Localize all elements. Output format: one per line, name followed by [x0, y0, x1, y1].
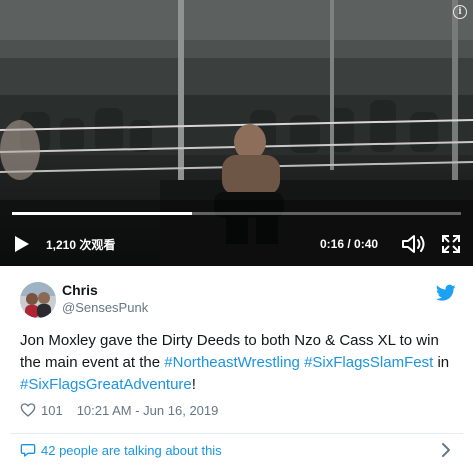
time-display: 0:16 / 0:40	[320, 237, 379, 251]
tweet-timestamp[interactable]: 10:21 AM - Jun 16, 2019	[77, 403, 219, 418]
author-name[interactable]: Chris	[62, 282, 98, 298]
tweet-card: Chris @SensesPunk Jon Moxley gave the Di…	[0, 266, 473, 467]
chevron-right-icon[interactable]	[441, 442, 451, 458]
tweet-text: Jon Moxley gave the Dirty Deeds to both …	[20, 330, 456, 396]
fullscreen-icon[interactable]	[440, 233, 462, 255]
hashtag-link[interactable]: #NortheastWrestling	[164, 354, 300, 371]
tweet-meta: 101 10:21 AM - Jun 16, 2019	[20, 402, 218, 418]
info-icon[interactable]: i	[453, 5, 467, 19]
speech-bubble-icon	[20, 444, 36, 457]
tweet-text-part: in	[433, 354, 450, 371]
divider	[10, 433, 463, 434]
volume-icon[interactable]	[400, 233, 426, 255]
hashtag-link[interactable]: #SixFlagsSlamFest	[304, 354, 433, 371]
heart-icon[interactable]	[20, 402, 36, 418]
author-handle[interactable]: @SensesPunk	[62, 300, 148, 315]
like-count[interactable]: 101	[41, 403, 63, 418]
twitter-bird-icon[interactable]	[436, 284, 456, 302]
play-icon	[15, 236, 29, 252]
conversation-label: 42 people are talking about this	[41, 442, 222, 458]
progress-fill	[12, 212, 192, 215]
conversation-link[interactable]: 42 people are talking about this	[20, 442, 222, 458]
play-button[interactable]	[0, 226, 44, 262]
view-count: 1,210 次观看	[46, 237, 116, 252]
video-controls: 1,210 次观看 0:16 / 0:40	[0, 226, 473, 262]
hashtag-link[interactable]: #SixFlagsGreatAdventure	[20, 376, 192, 393]
progress-bar[interactable]	[12, 212, 461, 215]
video-player[interactable]: i 1,210 次观看 0:16 / 0:40	[0, 0, 473, 266]
tweet-text-part: !	[191, 376, 196, 393]
avatar[interactable]	[20, 282, 56, 318]
avatar-image	[20, 282, 56, 318]
